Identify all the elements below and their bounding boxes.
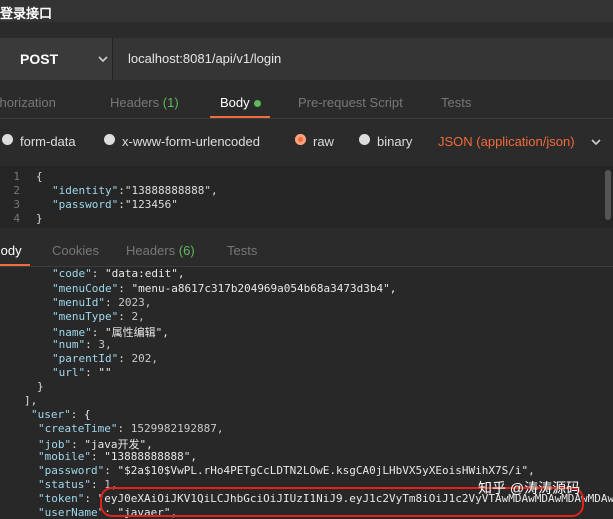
watermark: 知乎 @涛涛源码 xyxy=(478,478,613,504)
radio-urlencoded[interactable] xyxy=(104,134,115,145)
json-value: "123456" xyxy=(124,198,178,211)
chevron-down-icon xyxy=(98,56,108,63)
response-line: "mobile": "13888888888", xyxy=(38,450,197,463)
response-line: "num": 3, xyxy=(52,338,112,351)
headers-count: (6) xyxy=(178,243,195,258)
active-tab-underline xyxy=(0,264,30,266)
request-url-row: POST localhost:8081/api/v1/login xyxy=(0,38,613,80)
mode-urlencoded-label: x-www-form-urlencoded xyxy=(122,134,260,149)
tab-label: Body xyxy=(0,243,22,258)
tab-label: Tests xyxy=(441,95,472,110)
mode-raw-label: raw xyxy=(313,134,334,149)
title-bar: 登录接口 xyxy=(0,0,613,22)
tab-label: Pre-request Script xyxy=(298,95,403,110)
response-line: } xyxy=(37,380,44,393)
body-mode-row: form-data x-www-form-urlencoded raw bina… xyxy=(0,126,613,156)
tab-label: Authorization xyxy=(0,95,56,110)
code-line: "identity":"13888888888", xyxy=(52,184,218,197)
line-number: 1 xyxy=(13,170,20,183)
mode-form-data-label: form-data xyxy=(20,134,76,149)
response-line: ], xyxy=(24,394,38,407)
radio-binary[interactable] xyxy=(359,134,370,145)
tab-tests[interactable]: Tests xyxy=(441,95,471,110)
response-line: "menuId": 2023, xyxy=(52,296,152,309)
tab-label: Headers xyxy=(126,243,176,258)
code-line: { xyxy=(36,170,43,183)
tab-label: Tests xyxy=(227,243,258,258)
tab-response-body[interactable]: Body xyxy=(0,243,22,258)
response-line: "password": "$2a$10$VwPL.rHo4PETgCcLDTN2… xyxy=(38,464,535,477)
chevron-down-icon xyxy=(591,139,601,146)
radio-form-data[interactable] xyxy=(2,134,13,145)
tab-label: Cookies xyxy=(52,243,99,258)
response-line: "parentId": 202, xyxy=(52,352,158,365)
url-input[interactable]: localhost:8081/api/v1/login xyxy=(113,38,613,80)
code-line: } xyxy=(36,212,43,225)
tab-label: Body xyxy=(220,95,250,110)
tab-pre-request-script[interactable]: Pre-request Script xyxy=(298,95,403,110)
content-type-select[interactable]: JSON (application/json) xyxy=(438,134,575,149)
scrollbar[interactable] xyxy=(605,170,611,220)
response-line: "createTime": 1529982192887, xyxy=(38,422,224,435)
window-title: 登录接口 xyxy=(0,6,53,21)
request-tabs: Authorization Headers (1) Body Pre-reque… xyxy=(0,88,613,119)
radio-raw[interactable] xyxy=(295,134,306,145)
line-number: 3 xyxy=(13,198,20,211)
response-tabs: Body Cookies Headers (6) Tests xyxy=(0,236,613,267)
code-line: "password":"123456" xyxy=(52,198,178,211)
method-select[interactable]: POST xyxy=(0,38,113,80)
tab-cookies[interactable]: Cookies xyxy=(52,243,99,258)
tab-response-headers[interactable]: Headers (6) xyxy=(126,243,195,258)
body-indicator-dot xyxy=(253,100,261,108)
mode-binary-label: binary xyxy=(377,134,413,149)
response-line: "user": { xyxy=(31,408,91,421)
headers-count: (1) xyxy=(162,95,179,110)
response-line: "menuCode": "menu-a8617c317b204969a054b6… xyxy=(52,282,397,295)
response-line: "url": "" xyxy=(52,366,112,379)
json-value: "13888888888", xyxy=(124,184,218,197)
response-line: "menuType": 2, xyxy=(52,310,145,323)
url-text: localhost:8081/api/v1/login xyxy=(128,51,282,66)
tab-authorization[interactable]: Authorization xyxy=(0,95,56,110)
json-key: "identity" xyxy=(52,184,119,197)
tab-response-tests[interactable]: Tests xyxy=(227,243,257,258)
tab-headers[interactable]: Headers (1) xyxy=(110,95,179,110)
json-key: "password" xyxy=(52,198,119,211)
response-line: "code": "data:edit", xyxy=(52,267,185,280)
request-body-editor[interactable]: 1 { 2 "identity":"13888888888", 3 "passw… xyxy=(0,166,613,228)
method-label: POST xyxy=(20,51,59,67)
tab-label: Headers xyxy=(110,95,160,110)
active-tab-underline xyxy=(210,116,270,118)
tab-body[interactable]: Body xyxy=(220,95,261,110)
line-number: 4 xyxy=(13,212,20,225)
watermark-text: 知乎 @涛涛源码 xyxy=(478,480,581,496)
line-number: 2 xyxy=(13,184,20,197)
